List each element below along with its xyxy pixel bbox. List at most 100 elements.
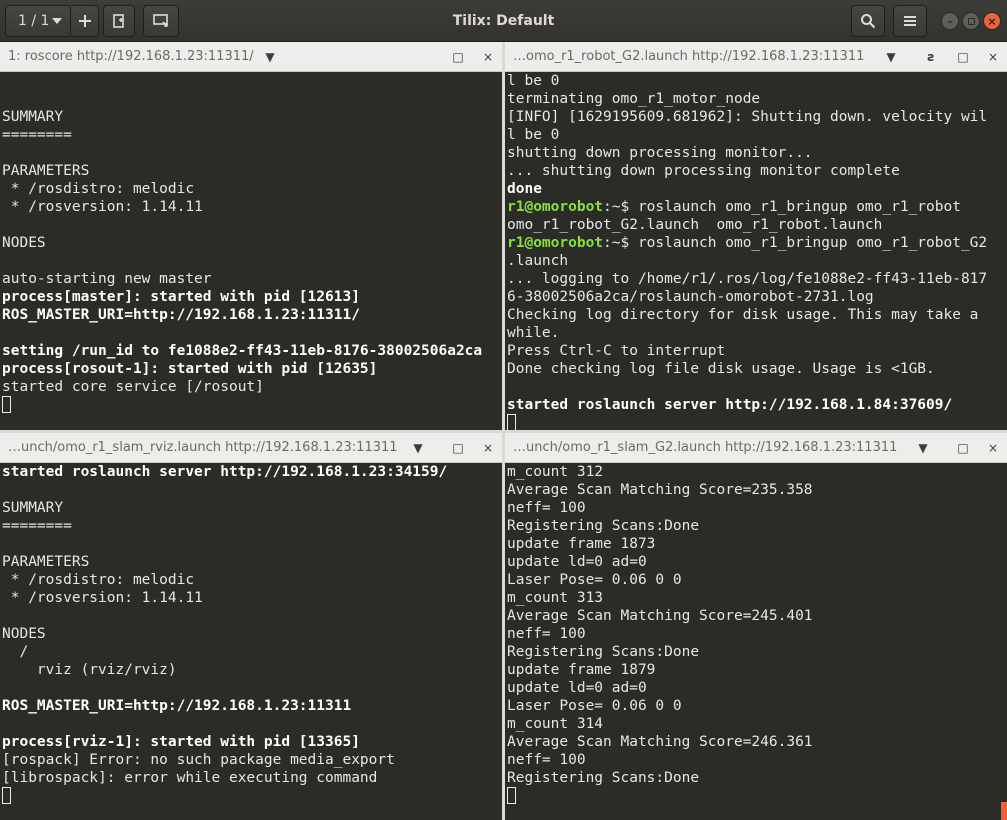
- terminal-line-text: m_count 314: [507, 716, 604, 732]
- terminal-output[interactable]: l be 0 terminating omo_r1_motor_node [INFO…: [505, 72, 1007, 430]
- add-terminal-button[interactable]: [71, 5, 99, 37]
- terminal-line: process[rviz-1]: started with pid [13365…: [0, 733, 502, 751]
- terminal-line: ========: [0, 517, 502, 535]
- triangle-down-icon[interactable]: ▼: [410, 433, 426, 463]
- read-only-icon[interactable]: ƨ: [923, 42, 939, 72]
- horizontal-splitter[interactable]: [0, 430, 1007, 433]
- terminal-pane-slam-g2: …unch/omo_r1_slam_G2.launch http://192.1…: [505, 433, 1007, 820]
- close-icon[interactable]: ×: [985, 433, 1001, 463]
- terminal-line: /: [0, 643, 502, 661]
- maximize-icon[interactable]: □: [955, 42, 971, 72]
- pane-titlebar[interactable]: 1: roscore http://192.168.1.23:11311/ ▼ …: [0, 42, 502, 72]
- prompt-user-host: r1@omorobot: [507, 199, 604, 215]
- resize-grip[interactable]: [1001, 802, 1007, 820]
- terminal-line-text: Average Scan Matching Score=246.361: [507, 734, 813, 750]
- terminal-line: PARAMETERS: [0, 553, 502, 571]
- terminal-line: SUMMARY: [0, 108, 502, 126]
- terminal-line-text: Average Scan Matching Score=245.401: [507, 608, 813, 624]
- cursor-line: [0, 396, 502, 414]
- terminal-line-text: m_count 312: [507, 464, 604, 480]
- terminal-line: update frame 1879: [505, 661, 1007, 679]
- terminal-line: * /rosversion: 1.14.11: [0, 589, 502, 607]
- terminal-line: Laser Pose= 0.06 0 0: [505, 697, 1007, 715]
- new-session-button[interactable]: [103, 5, 135, 37]
- session-selector[interactable]: 1 / 1: [5, 5, 71, 37]
- triangle-down-icon[interactable]: ▼: [883, 42, 899, 72]
- search-button[interactable]: [851, 5, 885, 37]
- terminal-line-text: process[master]: started with pid [12613…: [2, 289, 360, 305]
- terminal-line: * /rosdistro: melodic: [0, 180, 502, 198]
- maximize-window-button[interactable]: [962, 12, 980, 30]
- terminal-line-text: neff= 100: [507, 626, 586, 642]
- maximize-icon: [967, 17, 975, 25]
- terminal-line: while.: [505, 324, 1007, 342]
- close-icon[interactable]: ×: [480, 42, 496, 72]
- terminal-output[interactable]: m_count 312 Average Scan Matching Score=2…: [505, 463, 1007, 820]
- terminal-line: m_count 314: [505, 715, 1007, 733]
- terminal-line: ... logging to /home/r1/.ros/log/fe1088e…: [505, 270, 1007, 288]
- close-icon[interactable]: ×: [480, 433, 496, 463]
- pane-titlebar[interactable]: …omo_r1_robot_G2.launch http://192.168.1…: [505, 42, 1007, 72]
- terminal-line: l be 0: [505, 72, 1007, 90]
- header-bar: 1 / 1 Tilix: Default – ×: [0, 0, 1007, 42]
- terminal-output[interactable]: started roslaunch server http://192.168.…: [0, 463, 502, 820]
- maximize-icon[interactable]: □: [450, 433, 466, 463]
- terminal-line: m_count 312: [505, 463, 1007, 481]
- terminal-line-text: l be 0: [507, 73, 560, 89]
- terminal-line: auto-starting new master: [0, 270, 502, 288]
- terminal-line-text: done: [507, 181, 542, 197]
- pane-titlebar[interactable]: …unch/omo_r1_slam_rviz.launch http://192…: [0, 433, 502, 463]
- terminal-line-text: auto-starting new master: [2, 271, 212, 287]
- terminal-line-text: terminating omo_r1_motor_node: [507, 91, 761, 107]
- terminal-line-text: ... shutting down processing monitor com…: [507, 163, 900, 179]
- maximize-icon[interactable]: □: [450, 42, 466, 72]
- terminal-line-text: * /rosversion: 1.14.11: [2, 590, 203, 606]
- cursor-line: [505, 414, 1007, 430]
- terminal-line: update ld=0 ad=0: [505, 679, 1007, 697]
- terminal-output[interactable]: SUMMARY ======== PARAMETERS * /rosdistro: …: [0, 72, 502, 430]
- minimize-window-button[interactable]: –: [941, 12, 959, 30]
- menu-button[interactable]: [893, 5, 927, 37]
- terminal-line: [librospack]: error while executing comm…: [0, 769, 502, 787]
- maximize-icon[interactable]: □: [955, 433, 971, 463]
- terminal-pane-roscore: 1: roscore http://192.168.1.23:11311/ ▼ …: [0, 42, 502, 430]
- triangle-down-icon[interactable]: ▼: [915, 433, 931, 463]
- terminal-line-text: m_count 313: [507, 590, 604, 606]
- triangle-down-icon[interactable]: ▼: [262, 42, 278, 72]
- terminal-line: started roslaunch server http://192.168.…: [0, 463, 502, 481]
- chevron-down-icon: [52, 18, 62, 24]
- pane-titlebar[interactable]: …unch/omo_r1_slam_G2.launch http://192.1…: [505, 433, 1007, 463]
- terminal-line-text: PARAMETERS: [2, 554, 90, 570]
- pane-title: 1: roscore http://192.168.1.23:11311/: [8, 49, 254, 64]
- text-cursor: [2, 787, 11, 804]
- close-icon[interactable]: ×: [985, 42, 1001, 72]
- terminal-line: Registering Scans:Done: [505, 643, 1007, 661]
- terminal-line-text: ROS_MASTER_URI=http://192.168.1.23:11311…: [2, 307, 360, 323]
- terminal-line: 6-38002506a2ca/roslaunch-omorobot-2731.l…: [505, 288, 1007, 306]
- terminal-line: * /rosdistro: melodic: [0, 571, 502, 589]
- terminal-line-text: Registering Scans:Done: [507, 644, 700, 660]
- terminal-line: Average Scan Matching Score=245.401: [505, 607, 1007, 625]
- terminal-line-text: setting /run_id to fe1088e2-ff43-11eb-81…: [2, 343, 483, 359]
- terminal-line: neff= 100: [505, 751, 1007, 769]
- terminal-line: r1@omorobot:~$ roslaunch omo_r1_bringup …: [505, 198, 1007, 216]
- search-icon: [861, 14, 876, 29]
- terminal-line-text: [INFO] [1629195609.681962]: Shutting dow…: [507, 109, 988, 125]
- sync-input-button[interactable]: [143, 5, 179, 37]
- terminal-line: .launch: [505, 252, 1007, 270]
- terminal-line: update ld=0 ad=0: [505, 553, 1007, 571]
- terminal-line-text: [librospack]: error while executing comm…: [2, 770, 378, 786]
- sync-input-icon: [153, 14, 168, 27]
- terminal-line: Registering Scans:Done: [505, 517, 1007, 535]
- terminal-line-text: update ld=0 ad=0: [507, 680, 647, 696]
- terminal-line-text: NODES: [2, 235, 46, 251]
- terminal-line: * /rosversion: 1.14.11: [0, 198, 502, 216]
- terminal-line-text: l be 0: [507, 127, 560, 143]
- close-window-button[interactable]: ×: [983, 12, 1001, 30]
- terminal-line-text: Average Scan Matching Score=235.358: [507, 482, 813, 498]
